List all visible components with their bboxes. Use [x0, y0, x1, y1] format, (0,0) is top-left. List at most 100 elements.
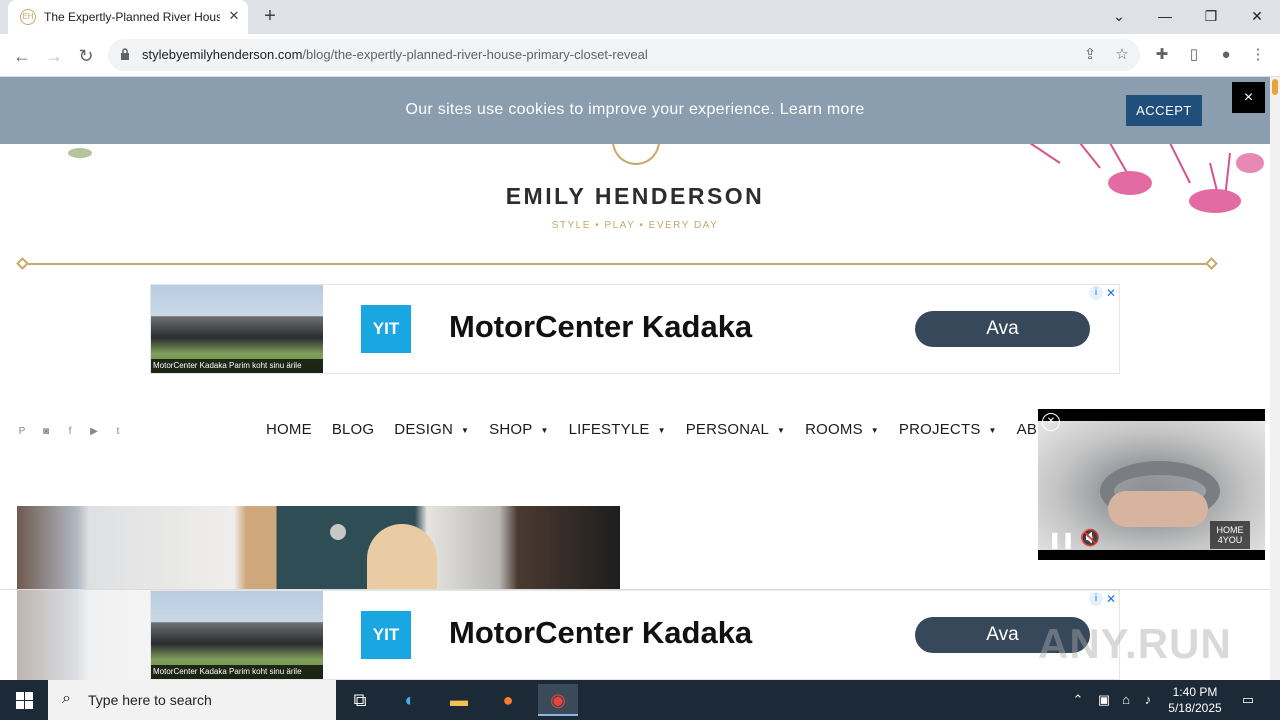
- youtube-icon[interactable]: ▶: [88, 426, 100, 438]
- tab-title: The Expertly-Planned River House: [44, 10, 220, 24]
- show-hidden-icons-icon[interactable]: ⌃: [1070, 691, 1086, 709]
- nav-item-about[interactable]: AB: [1017, 421, 1037, 438]
- ad-close-icon[interactable]: ✕: [1104, 286, 1118, 300]
- address-bar[interactable]: stylebyemilyhenderson.com/blog/the-exper…: [108, 39, 1140, 71]
- mute-icon[interactable]: 🔇: [1080, 528, 1100, 548]
- pinterest-icon[interactable]: P: [16, 426, 28, 438]
- site-favicon-icon: EH: [20, 9, 36, 25]
- banner-ad-top[interactable]: MotorCenter Kadaka Parim koht sinu ärile…: [150, 284, 1120, 374]
- ad-cta-button[interactable]: Ava: [915, 311, 1090, 347]
- url-text: stylebyemilyhenderson.com/blog/the-exper…: [142, 47, 648, 62]
- divider-diamond-right: [1205, 257, 1218, 270]
- cookie-accept-button[interactable]: ACCEPT: [1126, 95, 1202, 126]
- ad-image[interactable]: MotorCenter Kadaka Parim koht sinu ärile: [151, 591, 323, 679]
- cookie-close-button[interactable]: ×: [1232, 82, 1265, 113]
- site-logo-name[interactable]: EMILY HENDERSON: [0, 183, 1270, 210]
- edge-icon[interactable]: ◐: [390, 684, 430, 716]
- clock-date: 5/18/2025: [1168, 701, 1222, 715]
- pause-icon[interactable]: ❚❚: [1048, 530, 1075, 550]
- side-panel-icon[interactable]: ▯: [1182, 43, 1206, 67]
- ad-headline[interactable]: MotorCenter Kadaka: [449, 309, 752, 345]
- nav-item-projects[interactable]: PROJECTS ▼: [899, 421, 997, 438]
- taskbar-search-box[interactable]: ⌕ Type here to search: [48, 680, 336, 720]
- video-hand-shape: [1108, 491, 1208, 527]
- network-icon[interactable]: ⌂: [1118, 691, 1134, 709]
- ad-info-icon[interactable]: i: [1089, 286, 1103, 300]
- banner-ad-bottom[interactable]: MotorCenter Kadaka Parim koht sinu ärile…: [150, 590, 1120, 680]
- reload-button[interactable]: ↻: [73, 43, 99, 69]
- share-icon[interactable]: ⇪: [1078, 43, 1102, 67]
- site-tagline: STYLE • PLAY • EVERY DAY: [551, 220, 719, 231]
- dropdown-caret-icon: ▼: [461, 425, 470, 435]
- browser-tab-active[interactable]: EH The Expertly-Planned River House ✕: [8, 0, 248, 34]
- nav-item-personal[interactable]: PERSONAL ▼: [686, 421, 785, 438]
- profile-avatar-icon[interactable]: ●: [1214, 43, 1238, 67]
- dropdown-caret-icon: ▼: [540, 425, 549, 435]
- taskbar-search-placeholder: Type here to search: [88, 692, 212, 708]
- extensions-icon[interactable]: ✚: [1150, 43, 1174, 67]
- cookie-message[interactable]: Our sites use cookies to improve your ex…: [0, 101, 1270, 119]
- bookmark-star-icon[interactable]: ☆: [1110, 43, 1134, 67]
- scrollbar-thumb[interactable]: [1272, 79, 1278, 95]
- ad-image-caption: MotorCenter Kadaka Parim koht sinu ärile: [151, 359, 323, 373]
- ad-image[interactable]: MotorCenter Kadaka Parim koht sinu ärile: [151, 285, 323, 373]
- nav-item-home[interactable]: HOME: [266, 421, 312, 438]
- nav-item-rooms[interactable]: ROOMS ▼: [805, 421, 879, 438]
- dropdown-caret-icon: ▼: [870, 425, 879, 435]
- clock-time: 1:40 PM: [1172, 685, 1218, 699]
- file-explorer-icon[interactable]: ▬: [439, 684, 479, 716]
- task-view-icon[interactable]: ⧉: [340, 684, 380, 716]
- floral-decoration-left-icon: [68, 148, 92, 158]
- header-divider: [22, 263, 1212, 265]
- firefox-icon[interactable]: ●: [488, 684, 528, 716]
- new-tab-button[interactable]: +: [258, 5, 282, 29]
- ad-brand-logo[interactable]: YIT: [361, 611, 411, 659]
- back-button[interactable]: ←: [9, 43, 35, 69]
- floating-video-ad[interactable]: HOME 4YOU ✕ ❚❚ 🔇: [1038, 409, 1265, 560]
- ad-close-icon[interactable]: ✕: [1104, 592, 1118, 606]
- browser-toolbar: ← → ↻ stylebyemilyhenderson.com/blog/the…: [0, 34, 1280, 77]
- tab-close-icon[interactable]: ✕: [226, 8, 242, 24]
- ad-headline[interactable]: MotorCenter Kadaka: [449, 615, 752, 651]
- ad-info-icon[interactable]: i: [1089, 592, 1103, 606]
- dropdown-caret-icon: ▼: [988, 425, 997, 435]
- nav-item-design[interactable]: DESIGN ▼: [394, 421, 469, 438]
- video-close-icon[interactable]: ✕: [1042, 413, 1060, 431]
- twitter-icon[interactable]: t: [112, 426, 124, 438]
- minimize-button[interactable]: —: [1150, 4, 1180, 28]
- dropdown-caret-icon: ▼: [777, 425, 786, 435]
- page-scrollbar[interactable]: [1270, 77, 1280, 680]
- web-page: Our sites use cookies to improve your ex…: [0, 77, 1270, 680]
- divider-diamond-left: [16, 257, 29, 270]
- ad-brand-logo[interactable]: YIT: [361, 305, 411, 353]
- nav-item-lifestyle[interactable]: LIFESTYLE ▼: [569, 421, 666, 438]
- start-button[interactable]: [0, 680, 48, 720]
- restore-button[interactable]: ❐: [1196, 4, 1226, 28]
- volume-icon[interactable]: ♪: [1140, 691, 1156, 709]
- browser-menu-icon[interactable]: ⋮: [1246, 43, 1270, 67]
- windows-logo-icon: [16, 692, 24, 700]
- tab-search-icon[interactable]: ⌄: [1104, 4, 1134, 28]
- ad-image-caption: MotorCenter Kadaka Parim koht sinu ärile: [151, 665, 323, 679]
- search-icon: ⌕: [62, 690, 71, 707]
- dropdown-caret-icon: ▼: [657, 425, 666, 435]
- notifications-icon[interactable]: ▭: [1240, 691, 1256, 709]
- nav-item-blog[interactable]: BLOG: [332, 421, 374, 438]
- close-window-button[interactable]: ✕: [1242, 4, 1272, 28]
- chrome-icon[interactable]: ◉: [538, 684, 578, 716]
- main-navigation: HOME BLOG DESIGN ▼ SHOP ▼ LIFESTYLE ▼ PERSONAL ▼ R…: [266, 421, 1057, 439]
- hero-knob: [330, 524, 346, 540]
- nav-item-shop[interactable]: SHOP ▼: [489, 421, 548, 438]
- windows-taskbar: ⌕ Type here to search ⧉ ◐ ▬ ● ◉ ⌃ ▣ ⌂ ♪ …: [0, 680, 1280, 720]
- taskbar-clock[interactable]: 1:40 PM 5/18/2025: [1160, 684, 1230, 716]
- tab-strip: EH The Expertly-Planned River House ✕ + …: [0, 0, 1280, 34]
- url-domain: stylebyemilyhenderson.com: [142, 47, 303, 62]
- cookie-banner: Our sites use cookies to improve your ex…: [0, 77, 1270, 144]
- forward-button[interactable]: →: [41, 43, 67, 69]
- instagram-icon[interactable]: ◙: [40, 426, 52, 438]
- url-path: /blog/the-expertly-planned-river-house-p…: [302, 47, 648, 62]
- anyrun-watermark: ANY.RUN: [1038, 620, 1232, 667]
- device-icon[interactable]: ▣: [1096, 691, 1112, 709]
- video-brand-badge: HOME 4YOU: [1210, 521, 1250, 549]
- facebook-icon[interactable]: f: [64, 426, 76, 438]
